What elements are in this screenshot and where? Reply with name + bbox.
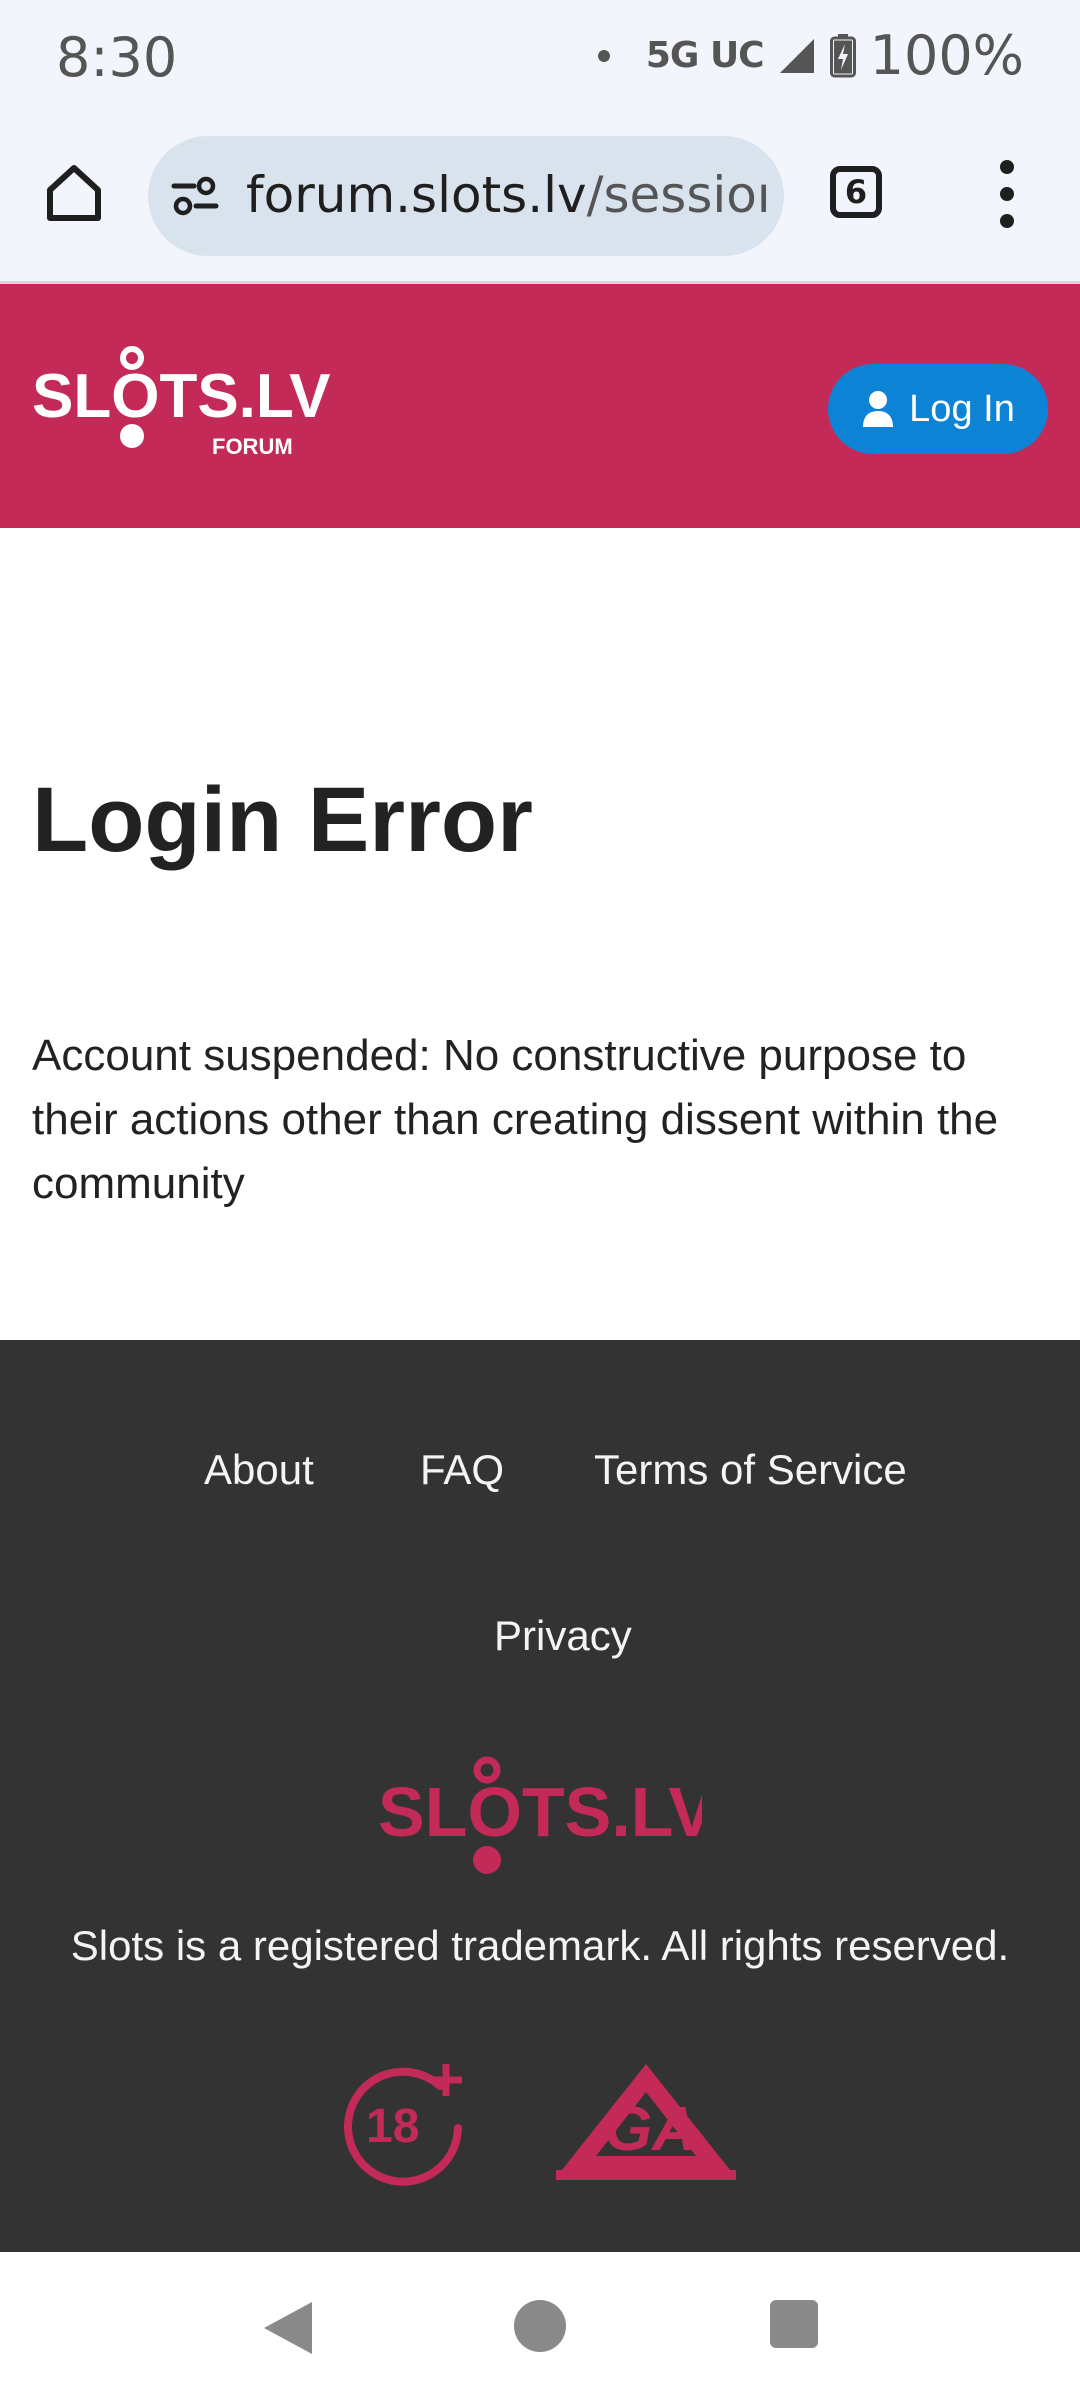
- network-type: 5G UC: [645, 35, 765, 76]
- site-info-icon[interactable]: [170, 174, 220, 218]
- status-indicators: 5G UC 100%: [597, 24, 1024, 87]
- tabs-icon[interactable]: 6: [830, 166, 882, 218]
- status-bar: 8:30 5G UC 100%: [0, 0, 1080, 112]
- page-title: Login Error: [32, 769, 533, 871]
- gamblers-anonymous-icon: GA: [556, 2064, 736, 2180]
- site-header: SLOTS.LV FORUM Log In: [0, 284, 1080, 528]
- ga-label: GA: [604, 2095, 697, 2164]
- url-host: forum.slots.lv: [246, 166, 587, 224]
- logo-subtitle: FORUM: [212, 434, 293, 459]
- age-restriction-icon: 18: [344, 2064, 462, 2186]
- signal-icon: [779, 38, 814, 73]
- footer: About FAQ Terms of Service Privacy SLOTS…: [0, 1340, 1080, 2252]
- user-icon: [863, 391, 894, 427]
- url-text[interactable]: forum.slots.lv/session/: [246, 166, 766, 224]
- footer-link-terms[interactable]: Terms of Service: [594, 1446, 907, 1494]
- home-icon[interactable]: [38, 156, 110, 228]
- footer-link-faq[interactable]: FAQ: [420, 1446, 504, 1494]
- address-bar[interactable]: forum.slots.lv/session/: [148, 136, 784, 256]
- browser-toolbar: forum.slots.lv/session/ 6: [0, 112, 1080, 284]
- url-path: /session/: [586, 166, 766, 224]
- battery-level: 100%: [869, 24, 1024, 87]
- system-navigation-bar: [0, 2252, 1080, 2400]
- login-button[interactable]: Log In: [828, 364, 1048, 454]
- age-label: 18: [366, 2100, 419, 2153]
- nav-back-icon[interactable]: [262, 2300, 314, 2356]
- footer-link-about[interactable]: About: [204, 1446, 314, 1494]
- notification-dot-icon: [597, 49, 610, 62]
- footer-link-privacy[interactable]: Privacy: [494, 1612, 632, 1660]
- battery-charging-icon: [829, 33, 856, 77]
- trademark-text: Slots is a registered trademark. All rig…: [70, 1922, 1010, 1969]
- logo-text: SLOTS.LV: [32, 362, 331, 431]
- main-content: Login Error Account suspended: No constr…: [0, 528, 1080, 1340]
- footer-logo-text: SLOTS.LV: [378, 1773, 702, 1851]
- menu-icon[interactable]: [986, 154, 1026, 234]
- nav-home-icon[interactable]: [514, 2300, 566, 2352]
- error-message: Account suspended: No constructive purpo…: [32, 1031, 999, 1208]
- login-label: Log In: [909, 387, 1015, 430]
- nav-recents-icon[interactable]: [770, 2300, 818, 2348]
- status-time: 8:30: [56, 26, 178, 89]
- footer-slots-logo: SLOTS.LV: [378, 1756, 702, 1874]
- slots-forum-logo[interactable]: SLOTS.LV FORUM: [32, 344, 332, 464]
